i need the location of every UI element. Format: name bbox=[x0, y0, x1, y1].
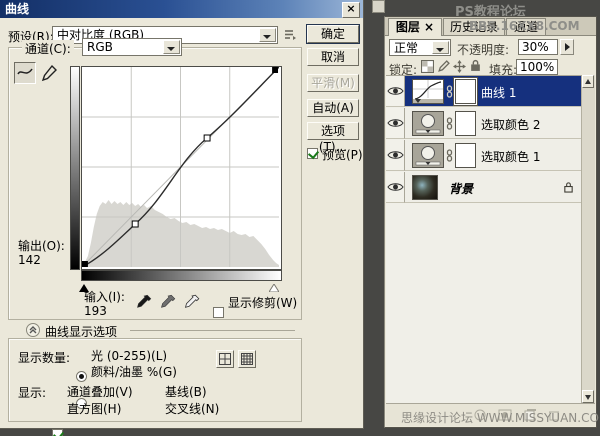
background-photo-thumbnail[interactable] bbox=[412, 175, 438, 200]
chevron-down-icon[interactable] bbox=[163, 40, 180, 54]
channel-value: RGB bbox=[87, 40, 113, 54]
dialog-titlebar[interactable]: 曲线 × bbox=[0, 0, 363, 18]
light-radio-label: 光 (0-255)(L) bbox=[91, 347, 167, 364]
layer-name: 曲线 1 bbox=[481, 84, 516, 101]
layer-row-selective2[interactable]: 选取颜色 2 bbox=[386, 108, 584, 139]
blend-mode-select[interactable]: 正常 bbox=[389, 39, 451, 56]
layer-row-curves1[interactable]: 曲线 1 bbox=[386, 76, 584, 107]
tab-layers[interactable]: 图层 × bbox=[388, 18, 442, 36]
layer-mask-thumbnail[interactable] bbox=[455, 143, 476, 168]
cancel-button[interactable]: 取消 bbox=[307, 48, 359, 66]
mask-link-icon[interactable] bbox=[446, 149, 453, 165]
show-label: 显示: bbox=[18, 384, 46, 401]
pencil-tool-icon[interactable] bbox=[40, 64, 60, 84]
opacity-label: 不透明度: bbox=[457, 41, 509, 58]
photoshop-screen: 曲线 × 预设(R): 中对比度 (RGB) 确定 取消 平滑(M) 自动(A)… bbox=[0, 0, 600, 436]
scroll-down-icon[interactable] bbox=[582, 390, 594, 403]
white-eyedropper-icon[interactable] bbox=[184, 294, 200, 313]
curve-grid[interactable] bbox=[81, 66, 282, 270]
layers-panel: 图层 × 历史记录 通道 BBS.16XX8.COM 正常 不透明度: 30% … bbox=[384, 16, 597, 428]
lock-pixels-icon[interactable] bbox=[437, 60, 450, 76]
layer-mask-thumbnail[interactable] bbox=[455, 79, 476, 104]
auto-button[interactable]: 自动(A) bbox=[307, 99, 359, 117]
layer-content[interactable]: 选取颜色 2 bbox=[405, 108, 584, 139]
light-radio[interactable] bbox=[76, 371, 87, 382]
output-label: 输出(O): bbox=[18, 237, 65, 254]
layer-mask-thumbnail[interactable] bbox=[455, 111, 476, 136]
channel-label: 通道(C): bbox=[22, 40, 74, 57]
visibility-cell[interactable] bbox=[386, 108, 405, 139]
gray-eyedropper-icon[interactable] bbox=[160, 294, 176, 313]
layer-name: 选取颜色 1 bbox=[481, 148, 540, 165]
output-gradient-bar bbox=[70, 66, 80, 270]
close-icon[interactable]: × bbox=[342, 2, 360, 18]
watermark-bottom: 思缘设计论坛 WWW.MISSYUAN.COM bbox=[401, 409, 600, 426]
curves-adjustment-thumbnail[interactable] bbox=[412, 79, 444, 104]
smooth-button: 平滑(M) bbox=[307, 74, 359, 92]
collapse-section-icon[interactable] bbox=[26, 323, 40, 337]
section-divider bbox=[130, 330, 295, 331]
simple-grid-icon[interactable] bbox=[216, 350, 234, 368]
ink-radio-label: 颜料/油墨 %(G) bbox=[91, 363, 177, 380]
opacity-spinner-icon[interactable] bbox=[560, 39, 574, 55]
curve-plot bbox=[82, 67, 279, 267]
layer-row-background[interactable]: 背景 bbox=[386, 172, 584, 203]
input-label: 输入(I): bbox=[84, 288, 125, 305]
preset-options-icon[interactable] bbox=[284, 28, 297, 41]
visibility-cell[interactable] bbox=[386, 76, 405, 107]
opacity-value[interactable]: 30% bbox=[518, 39, 558, 55]
layers-scrollbar[interactable] bbox=[581, 75, 595, 403]
channel-select[interactable]: RGB bbox=[82, 38, 182, 56]
curve-point-tool-icon[interactable] bbox=[14, 62, 36, 84]
channel-overlay-label: 通道叠加(V) bbox=[67, 383, 133, 400]
layer-name: 背景 bbox=[449, 180, 473, 197]
selective-color-thumbnail[interactable] bbox=[412, 111, 444, 136]
lock-transparency-icon[interactable] bbox=[421, 60, 434, 76]
channel-overlay-checkbox[interactable] bbox=[52, 429, 63, 436]
output-value: 142 bbox=[18, 253, 41, 267]
input-value: 193 bbox=[84, 304, 107, 318]
mask-link-icon[interactable] bbox=[446, 117, 453, 133]
options-button[interactable]: 选项(T)... bbox=[307, 122, 359, 140]
blend-mode-value: 正常 bbox=[394, 41, 418, 55]
baseline-label: 基线(B) bbox=[165, 383, 207, 400]
white-point-slider[interactable] bbox=[269, 281, 279, 295]
preview-label: 预览(P) bbox=[322, 146, 363, 163]
visibility-cell[interactable] bbox=[386, 172, 405, 203]
layer-name: 选取颜色 2 bbox=[481, 116, 540, 133]
curves-dialog: 曲线 × 预设(R): 中对比度 (RGB) 确定 取消 平滑(M) 自动(A)… bbox=[0, 0, 364, 429]
document-scrollbar[interactable] bbox=[372, 0, 385, 13]
show-clipping-checkbox[interactable] bbox=[213, 307, 224, 318]
layer-content[interactable]: 背景 bbox=[405, 172, 584, 203]
layer-content[interactable]: 选取颜色 1 bbox=[405, 140, 584, 171]
selective-color-thumbnail[interactable] bbox=[412, 143, 444, 168]
black-eyedropper-icon[interactable] bbox=[136, 294, 152, 313]
chevron-down-icon[interactable] bbox=[259, 28, 276, 42]
visibility-cell[interactable] bbox=[386, 140, 405, 171]
layer-content[interactable]: 曲线 1 bbox=[405, 76, 584, 107]
background-lock-icon bbox=[563, 181, 574, 196]
chevron-down-icon[interactable] bbox=[432, 41, 449, 54]
show-clipping-label: 显示修剪(W) bbox=[228, 294, 297, 311]
lock-position-icon[interactable] bbox=[453, 60, 466, 76]
histogram-label: 直方图(H) bbox=[67, 400, 121, 417]
intersection-label: 交叉线(N) bbox=[165, 400, 219, 417]
layer-row-selective1[interactable]: 选取颜色 1 bbox=[386, 140, 584, 171]
ok-button[interactable]: 确定 bbox=[307, 25, 359, 43]
watermark-tabs: BBS.16XX8.COM bbox=[469, 19, 580, 33]
fill-value[interactable]: 100% bbox=[516, 59, 558, 75]
input-gradient-bar bbox=[81, 270, 282, 281]
mask-link-icon[interactable] bbox=[446, 85, 453, 101]
preview-checkbox[interactable] bbox=[307, 148, 318, 159]
lock-all-icon[interactable] bbox=[469, 59, 482, 75]
dialog-title: 曲线 bbox=[5, 2, 29, 16]
show-amount-label: 显示数量: bbox=[18, 349, 70, 366]
detailed-grid-icon[interactable] bbox=[238, 350, 256, 368]
scroll-up-icon[interactable] bbox=[582, 75, 594, 88]
